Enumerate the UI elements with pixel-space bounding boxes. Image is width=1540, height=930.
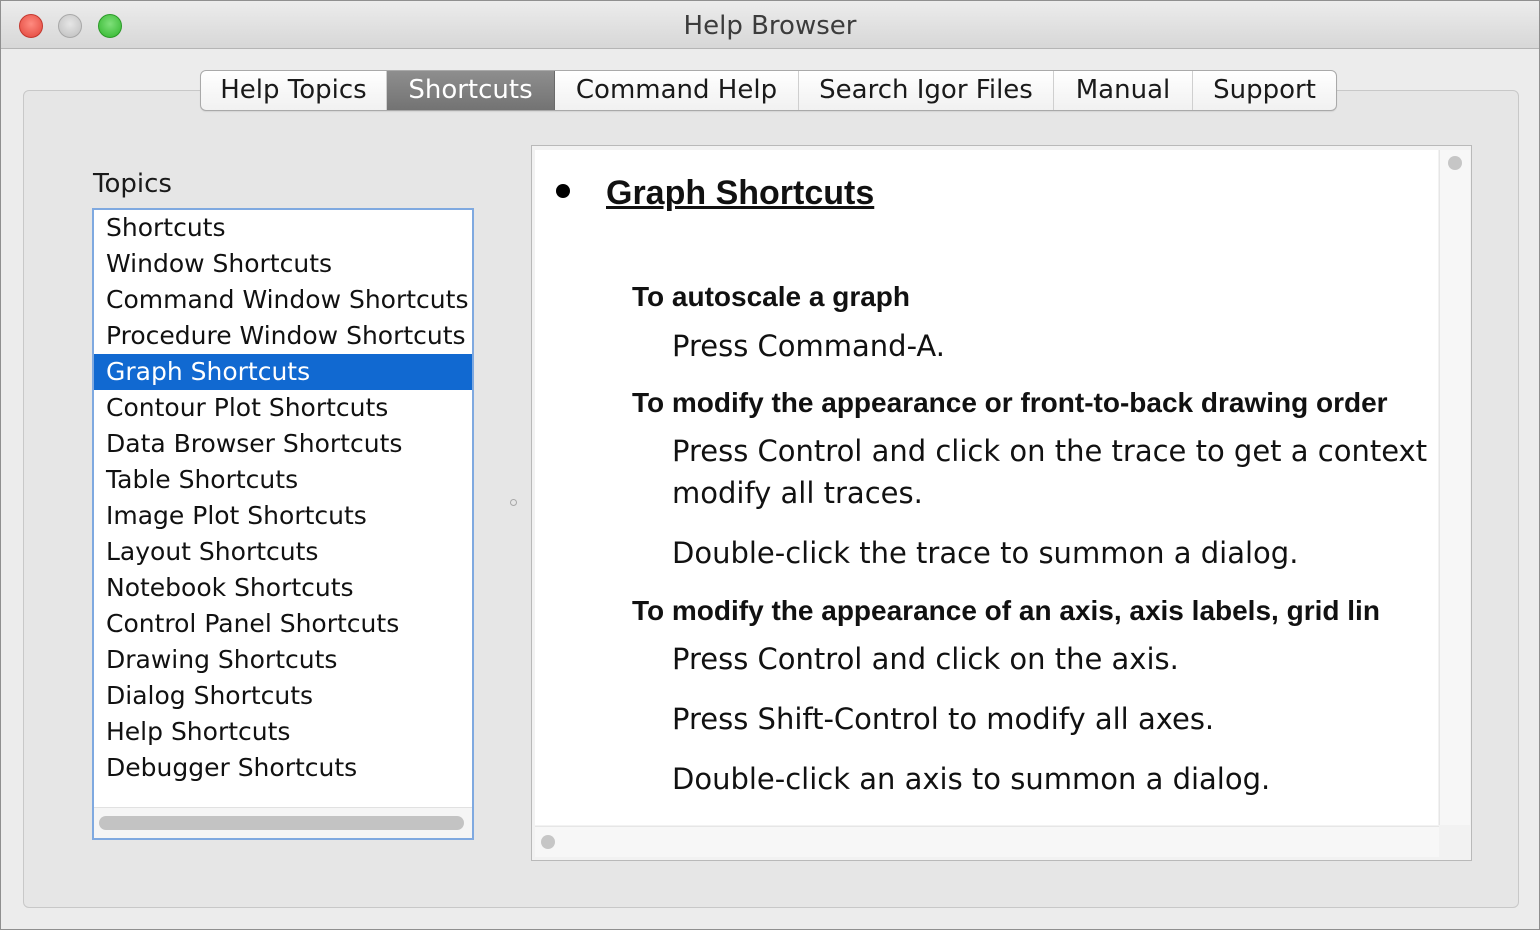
tab-shortcuts[interactable]: Shortcuts [387,71,555,110]
topic-list-item[interactable]: Notebook Shortcuts [94,570,472,606]
topics-horizontal-scrollbar[interactable] [94,807,472,838]
body-text: Press Control and click on the axis. [672,642,1179,676]
tab-bar: Help Topics Shortcuts Command Help Searc… [200,70,1337,111]
tab-search-igor-files[interactable]: Search Igor Files [799,71,1054,110]
topic-list-item[interactable]: Control Panel Shortcuts [94,606,472,642]
content-heading: Graph Shortcuts [606,174,875,212]
topic-list-item[interactable]: Graph Shortcuts [94,354,472,390]
topic-list-item[interactable]: Layout Shortcuts [94,534,472,570]
horizontal-scroll-thumb[interactable] [541,835,555,849]
topic-list-item[interactable]: Procedure Window Shortcuts [94,318,472,354]
title-bar[interactable]: Help Browser [1,1,1539,49]
body-text: Press Command-A. [672,329,945,363]
topics-list[interactable]: Shortcuts Window Shortcuts Command Window … [92,208,474,840]
tab-manual[interactable]: Manual [1054,71,1193,110]
topic-list-item[interactable]: Window Shortcuts [94,246,472,282]
body-text: modify all traces. [672,476,923,510]
tab-help-topics[interactable]: Help Topics [201,71,387,110]
help-browser-window: Help Browser Help Topics Shortcuts Comma… [0,0,1540,930]
body-text: Press Control and click on the trace to … [672,434,1428,468]
topics-label: Topics [93,169,172,199]
section-title-axis-appearance: To modify the appearance of an axis, axi… [632,595,1380,626]
section-title-autoscale: To autoscale a graph [632,281,910,312]
content-frame: Graph Shortcuts To autoscale a graph Pre… [531,145,1472,861]
topics-scroll-thumb[interactable] [99,816,464,830]
window-title: Help Browser [683,11,857,41]
body-text: Press Shift-Control to modify all axes. [672,702,1215,736]
bullet-icon [556,184,570,198]
topic-list-item[interactable]: Dialog Shortcuts [94,678,472,714]
splitter-handle[interactable] [510,499,517,506]
content-vertical-scrollbar[interactable] [1439,150,1470,825]
tab-support[interactable]: Support [1193,71,1336,110]
body-text: Double-click an axis to summon a dialog. [672,762,1271,796]
topic-list-item[interactable]: Table Shortcuts [94,462,472,498]
vertical-scroll-thumb[interactable] [1448,156,1462,170]
content-horizontal-scrollbar[interactable] [535,826,1439,857]
tab-command-help[interactable]: Command Help [555,71,799,110]
topic-list-item[interactable]: Debugger Shortcuts [94,750,472,786]
topic-list-item[interactable]: Drawing Shortcuts [94,642,472,678]
topic-list-item[interactable]: Command Window Shortcuts [94,282,472,318]
section-title-trace-appearance: To modify the appearance or front-to-bac… [632,387,1388,418]
topic-list-item[interactable]: Data Browser Shortcuts [94,426,472,462]
topic-list-item[interactable]: Image Plot Shortcuts [94,498,472,534]
topics-items: Shortcuts Window Shortcuts Command Window … [94,210,472,786]
topic-list-item[interactable]: Help Shortcuts [94,714,472,750]
topic-list-item[interactable]: Shortcuts [94,210,472,246]
help-content-area[interactable]: Graph Shortcuts To autoscale a graph Pre… [535,150,1438,825]
topic-list-item[interactable]: Contour Plot Shortcuts [94,390,472,426]
body-text: Double-click the trace to summon a dialo… [672,536,1299,570]
